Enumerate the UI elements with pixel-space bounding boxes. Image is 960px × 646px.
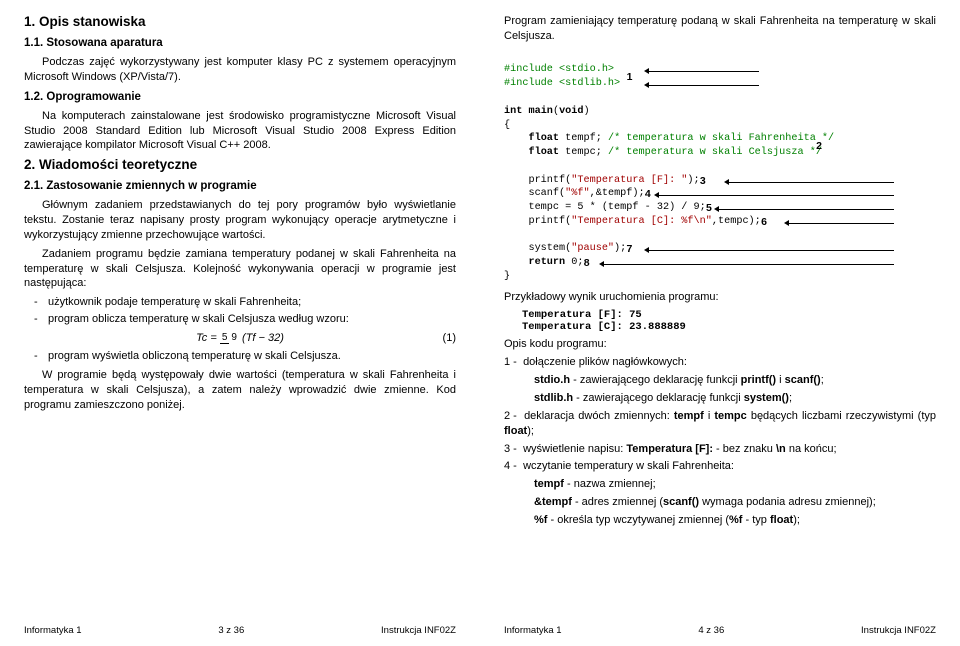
annot-2: 2 [816, 139, 822, 153]
code-caption: Program zamieniający temperaturę podaną … [504, 14, 936, 44]
code-l2: #include <stdlib.h> [504, 78, 620, 89]
footer-right-r: Instrukcja INF02Z [861, 625, 936, 636]
code-l10: printf("Temperatura [C]: %f\n",tempc); 6 [504, 216, 767, 227]
steps-list: użytkownik podaje temperaturę w skali Fa… [24, 295, 456, 327]
explain-1b: stdlib.h - zawierającego deklarację funk… [534, 391, 936, 406]
code-listing: #include <stdio.h> #include <stdlib.h> 1… [504, 50, 936, 284]
sample-heading: Przykładowy wynik uruchomienia programu: [504, 290, 936, 305]
explain-1a: stdio.h - zawierającego deklarację funkc… [534, 373, 936, 388]
page-left: 1. Opis stanowiska 1.1. Stosowana aparat… [0, 0, 480, 646]
explain-4c: %f - określa typ wczytywanej zmiennej (%… [534, 513, 936, 528]
footer-left-l: Informatyka 1 [24, 625, 82, 636]
step-1: użytkownik podaje temperaturę w skali Fa… [38, 295, 456, 310]
fraction-icon: 59 [220, 333, 239, 343]
eq-number: (1) [443, 332, 456, 344]
code-l11: system("pause"); 7 [504, 243, 632, 254]
footer-right-l: Informatyka 1 [504, 625, 562, 636]
heading-1: 1. Opis stanowiska [24, 14, 456, 29]
footer-left-c: 3 z 36 [218, 625, 244, 636]
step-3: program wyświetla obliczoną temperaturę … [38, 349, 456, 364]
explain-1: 1 - dołączenie plików nagłówkowych: [504, 355, 936, 370]
explain-2: 2 - deklaracja dwóch zmiennych: tempf i … [504, 409, 936, 439]
heading-1-1: 1.1. Stosowana aparatura [24, 37, 456, 49]
footer-right: Informatyka 1 4 z 36 Instrukcja INF02Z [504, 621, 936, 636]
footer-left-r: Instrukcja INF02Z [381, 625, 456, 636]
explain-heading: Opis kodu programu: [504, 337, 936, 352]
annot-6: 6 [761, 215, 767, 229]
explain-3: 3 - wyświetlenie napisu: Temperatura [F]… [504, 442, 936, 457]
eq-rhs: (Tf − 32) [242, 332, 284, 344]
explain-4: 4 - wczytanie temperatury w skali Fahren… [504, 459, 936, 474]
explain-4b: &tempf - adres zmiennej (scanf() wymaga … [534, 495, 936, 510]
page-left-content: 1. Opis stanowiska 1.1. Stosowana aparat… [24, 10, 456, 621]
code-l3: int main(void) [504, 106, 590, 117]
explain-4a: tempf - nazwa zmiennej; [534, 477, 936, 492]
annot-8: 8 [584, 256, 590, 270]
para-2-1a: Głównym zadaniem przedstawianych do tej … [24, 198, 456, 243]
annot-7: 7 [627, 242, 633, 256]
page-right: Program zamieniający temperaturę podaną … [480, 0, 960, 646]
code-l6: float tempc; /* temperatura w skali Cels… [504, 147, 822, 158]
heading-2-1: 2.1. Zastosowanie zmiennych w programie [24, 180, 456, 192]
code-l1: #include <stdio.h> [504, 64, 614, 75]
annot-3: 3 [700, 174, 706, 188]
code-l13: } [504, 271, 510, 282]
para-2-1b: Zadaniem programu będzie zamiana tempera… [24, 247, 456, 292]
para-2-1c: W programie będą występowały dwie wartoś… [24, 368, 456, 413]
code-l5: float tempf; /* temperatura w skali Fahr… [504, 133, 834, 144]
heading-2: 2. Wiadomości teoretyczne [24, 157, 456, 172]
footer-left: Informatyka 1 3 z 36 Instrukcja INF02Z [24, 621, 456, 636]
annot-4: 4 [645, 187, 651, 201]
equation-1: Tc = 59 (Tf − 32) (1) [24, 332, 456, 344]
annot-5: 5 [706, 201, 712, 215]
eq-lhs: Tc = [196, 332, 220, 344]
code-l4: { [504, 120, 510, 131]
footer-right-c: 4 z 36 [698, 625, 724, 636]
step-2: program oblicza temperaturę w skali Cels… [38, 312, 456, 327]
heading-1-2: 1.2. Oprogramowanie [24, 91, 456, 103]
para-1-1: Podczas zajęć wykorzystywany jest komput… [24, 55, 456, 85]
code-l12: return 0; 8 [504, 257, 590, 268]
page-right-content: Program zamieniający temperaturę podaną … [504, 10, 936, 621]
code-l7: printf("Temperatura [F]: "); 3 [504, 175, 706, 186]
para-1-2: Na komputerach zainstalowane jest środow… [24, 109, 456, 154]
code-l8: scanf("%f",&tempf); 4 [504, 188, 651, 199]
code-l9: tempc = 5 * (tempf - 32) / 9; 5 [504, 202, 712, 213]
steps-list-2: program wyświetla obliczoną temperaturę … [24, 349, 456, 364]
annot-1: 1 [627, 70, 633, 84]
sample-output: Temperatura [F]: 75 Temperatura [C]: 23.… [522, 309, 936, 333]
